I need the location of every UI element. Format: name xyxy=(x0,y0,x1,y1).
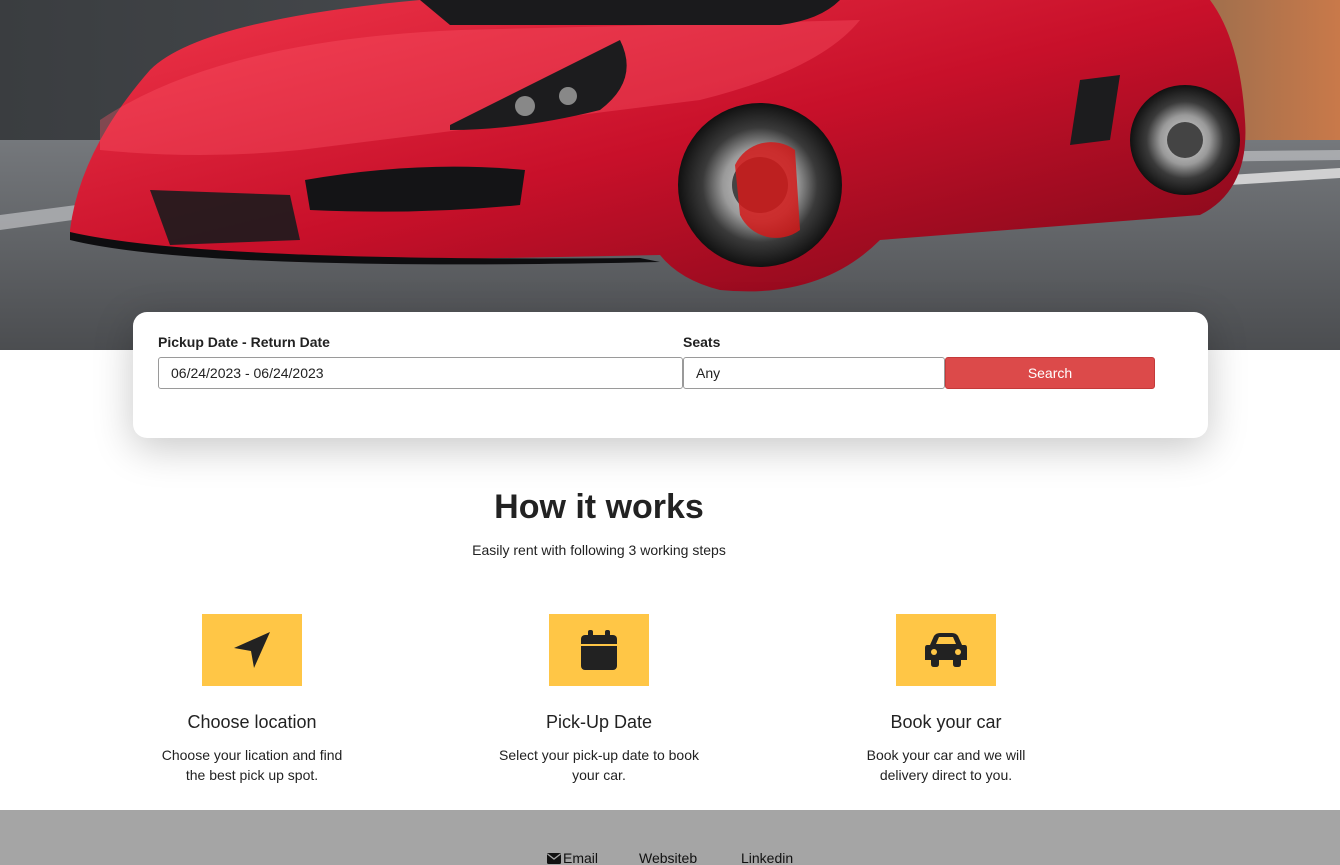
location-arrow-icon xyxy=(202,614,302,686)
footer-link-website[interactable]: Websiteb xyxy=(639,850,697,865)
search-button[interactable]: Search xyxy=(945,357,1155,389)
step-title: Choose location xyxy=(187,712,317,732)
step-pickup-date: Pick-Up Date Select your pick-up date to… xyxy=(449,614,749,785)
envelope-icon xyxy=(547,852,561,864)
step-book-car: Book your car Book your car and we will … xyxy=(796,614,1096,785)
footer-link-linkedin[interactable]: Linkedin xyxy=(741,850,793,865)
step-description: Select your pick-up date to book your ca… xyxy=(499,747,700,783)
date-range-input[interactable]: 06/24/2023 - 06/24/2023 xyxy=(158,357,683,389)
step-description: Choose your lication and find the best p… xyxy=(161,747,343,783)
footer-link-email[interactable]: Email xyxy=(547,850,598,865)
hero-car-image xyxy=(0,0,1340,350)
date-range-label: Pickup Date - Return Date xyxy=(158,334,330,350)
car-icon xyxy=(896,614,996,686)
step-description: Book your car and we will delivery direc… xyxy=(866,747,1026,783)
page: Pickup Date - Return Date 06/24/2023 - 0… xyxy=(0,0,1340,865)
how-it-works-title: How it works xyxy=(494,488,704,526)
seats-label: Seats xyxy=(683,334,721,350)
footer-link-label: Email xyxy=(563,850,599,865)
step-title: Pick-Up Date xyxy=(545,712,653,732)
search-panel: Pickup Date - Return Date 06/24/2023 - 0… xyxy=(133,312,1208,438)
footer-link-label: Linkedin xyxy=(741,850,794,865)
step-title: Book your car xyxy=(890,712,1002,732)
seats-select[interactable]: Any xyxy=(683,357,945,389)
footer: Email Websiteb Linkedin xyxy=(0,810,1340,865)
step-choose-location: Choose location Choose your lication and… xyxy=(102,614,402,785)
how-it-works-subtitle: Easily rent with following 3 working ste… xyxy=(472,542,726,558)
calendar-icon xyxy=(549,614,649,686)
footer-link-label: Websiteb xyxy=(639,850,698,865)
